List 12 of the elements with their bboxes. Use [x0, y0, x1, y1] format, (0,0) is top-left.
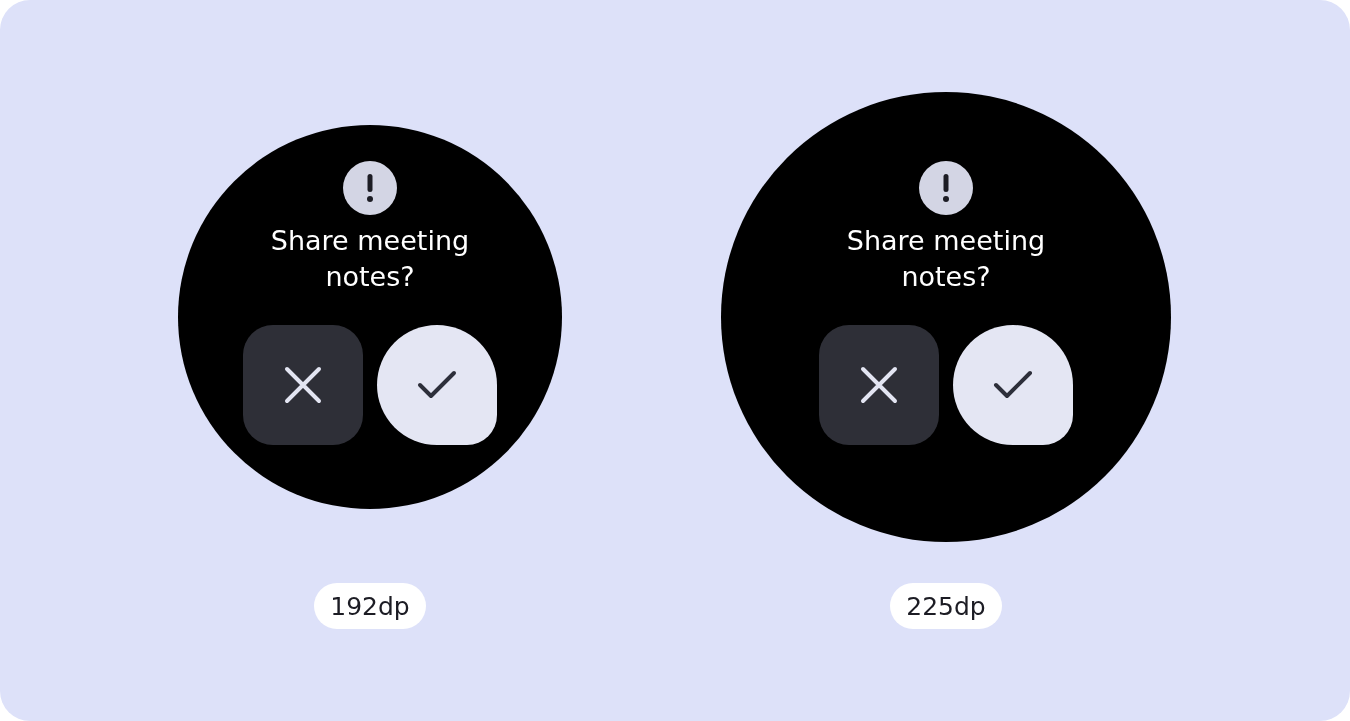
dialog-title: Share meeting notes? — [845, 224, 1047, 294]
alert-icon — [343, 161, 397, 215]
cancel-button[interactable] — [819, 325, 939, 445]
cancel-button[interactable] — [243, 325, 363, 445]
size-label: 225dp — [890, 583, 1002, 629]
close-icon — [859, 365, 899, 405]
check-icon — [417, 370, 457, 400]
size-label: 192dp — [314, 583, 426, 629]
close-icon — [283, 365, 323, 405]
alert-icon — [919, 161, 973, 215]
check-icon — [993, 370, 1033, 400]
dialog-title: Share meeting notes? — [269, 224, 471, 294]
